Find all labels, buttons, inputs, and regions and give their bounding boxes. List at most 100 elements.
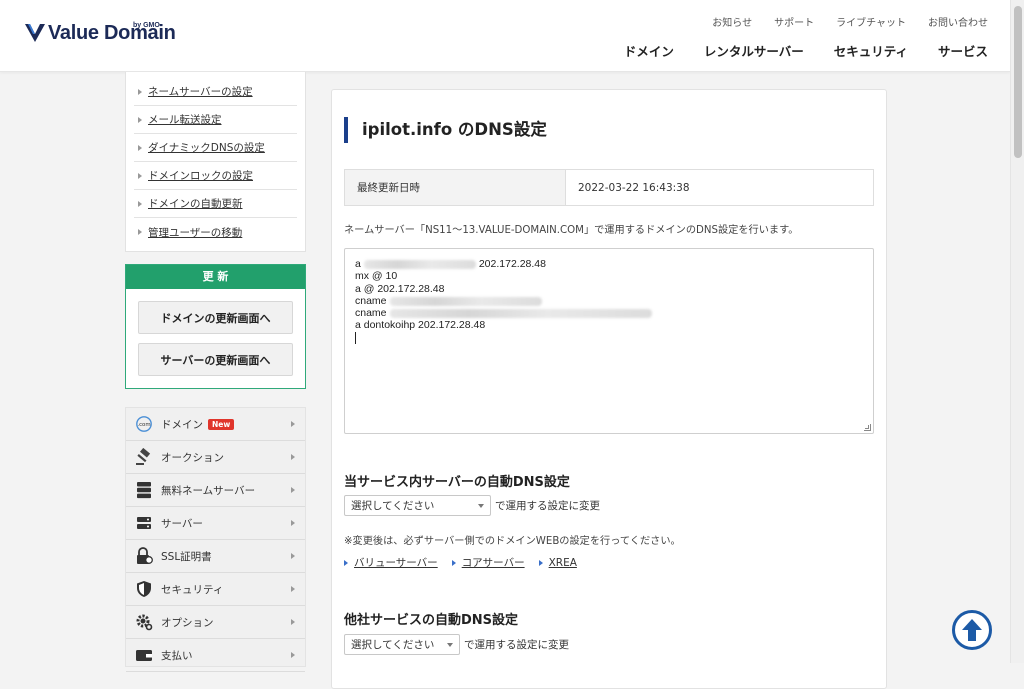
gavel-icon bbox=[135, 448, 153, 466]
internal-dns-heading: 当サービス内サーバーの自動DNS設定 bbox=[344, 475, 570, 490]
triangle-bullet-icon bbox=[138, 229, 142, 235]
external-dns-select-suffix: で運用する設定に変更 bbox=[464, 639, 569, 651]
chevron-right-icon bbox=[291, 520, 295, 526]
main-nav-service[interactable]: サービス bbox=[938, 41, 988, 60]
category-domain[interactable]: .com ドメイン New bbox=[126, 408, 305, 441]
main-nav-rental-server[interactable]: レンタルサーバー bbox=[704, 41, 804, 60]
dns-line: a dontokoihp 202.172.28.48 bbox=[355, 319, 486, 332]
link-xrea[interactable]: XREA bbox=[538, 555, 577, 570]
page-scrollbar[interactable] bbox=[1010, 0, 1024, 663]
shield-icon bbox=[135, 580, 153, 598]
triangle-bullet-icon bbox=[138, 116, 142, 123]
domain-sub-menu: ネームサーバーの設定 メール転送設定 ダイナミックDNSの設定 ドメインロックの… bbox=[125, 72, 306, 252]
triangle-bullet-icon bbox=[138, 200, 142, 207]
dns-line: cname bbox=[355, 307, 863, 319]
server-renew-button[interactable]: サーバーの更新画面へ bbox=[138, 343, 293, 376]
logo-sub: by GMO bbox=[133, 22, 160, 29]
category-payment[interactable]: 支払い bbox=[126, 639, 305, 672]
redacted-text bbox=[363, 259, 476, 269]
main-nav-security[interactable]: セキュリティ bbox=[834, 41, 908, 60]
site-header: Value Domain by GMO お知らせ サポート ライブチャット お問… bbox=[0, 0, 1010, 72]
sub-menu-item[interactable]: 管理ユーザーの移動 bbox=[134, 218, 297, 246]
back-to-top-button[interactable] bbox=[952, 610, 992, 650]
dns-settings-panel: ipilot.info のDNS設定 最終更新日時 2022-03-22 16:… bbox=[331, 89, 887, 689]
gear-icon bbox=[135, 613, 153, 631]
dns-line bbox=[355, 331, 863, 344]
util-nav-contact[interactable]: お問い合わせ bbox=[928, 14, 988, 29]
util-nav-news[interactable]: お知らせ bbox=[712, 14, 752, 29]
category-security[interactable]: セキュリティ bbox=[126, 573, 305, 606]
util-nav-support[interactable]: サポート bbox=[774, 14, 814, 29]
chevron-right-icon bbox=[291, 454, 295, 460]
category-label: 支払い bbox=[161, 649, 193, 662]
last-updated-table: 最終更新日時 2022-03-22 16:43:38 bbox=[344, 169, 874, 206]
resize-handle-icon[interactable] bbox=[864, 424, 871, 431]
category-option[interactable]: オプション bbox=[126, 606, 305, 639]
triangle-bullet-icon bbox=[138, 88, 142, 95]
internal-dns-note: ※変更後は、必ずサーバー側でのドメインWEBの設定を行ってください。 bbox=[344, 536, 681, 547]
svg-text:.com: .com bbox=[137, 422, 150, 428]
utility-nav: お知らせ サポート ライブチャット お問い合わせ bbox=[712, 14, 988, 29]
category-menu: .com ドメイン New オークション 無料ネームサーバー サーバー SSL証… bbox=[125, 407, 306, 672]
category-label: SSL証明書 bbox=[161, 550, 212, 563]
category-label: ドメイン bbox=[161, 418, 203, 431]
page-title: ipilot.info のDNS設定 bbox=[344, 117, 547, 143]
external-dns-select[interactable]: 選択してください bbox=[344, 634, 460, 655]
dns-description: ネームサーバー「NS11～13.VALUE-DOMAIN.COM」で運用するドメ… bbox=[344, 225, 799, 236]
server-icon bbox=[135, 514, 153, 532]
chevron-right-icon bbox=[291, 421, 295, 427]
sub-menu-item[interactable]: メール転送設定 bbox=[134, 106, 297, 134]
redacted-text bbox=[389, 308, 652, 318]
category-label: サーバー bbox=[161, 517, 203, 530]
server-stack-icon bbox=[135, 481, 153, 499]
triangle-bullet-icon bbox=[538, 559, 543, 566]
arrow-up-icon bbox=[962, 619, 982, 641]
chevron-right-icon bbox=[291, 487, 295, 493]
category-ssl[interactable]: SSL証明書 bbox=[126, 540, 305, 573]
wallet-icon bbox=[135, 646, 153, 664]
main-nav-domain[interactable]: ドメイン bbox=[624, 41, 674, 60]
dns-line: cname bbox=[355, 295, 863, 307]
sub-menu-item[interactable]: ドメインロックの設定 bbox=[134, 162, 297, 190]
main-nav: ドメイン レンタルサーバー セキュリティ サービス bbox=[624, 41, 988, 60]
last-updated-label: 最終更新日時 bbox=[345, 170, 566, 205]
util-nav-live-chat[interactable]: ライブチャット bbox=[836, 14, 906, 29]
dns-records-textarea[interactable]: a 202.172.28.48 mx @ 10 a @ 202.172.28.48… bbox=[344, 248, 874, 434]
external-dns-select-row: 選択してください で運用する設定に変更 bbox=[344, 634, 569, 655]
dropdown-arrow-icon bbox=[447, 642, 453, 647]
link-value-server[interactable]: バリューサーバー bbox=[344, 555, 438, 570]
internal-dns-select-row: 選択してください で運用する設定に変更 bbox=[344, 495, 600, 516]
category-label: オークション bbox=[161, 451, 224, 464]
chevron-right-icon bbox=[291, 652, 295, 658]
internal-dns-select-suffix: で運用する設定に変更 bbox=[495, 500, 600, 512]
server-links: バリューサーバー コアサーバー XREA bbox=[344, 555, 577, 570]
link-core-server[interactable]: コアサーバー bbox=[451, 555, 525, 570]
chevron-right-icon bbox=[291, 586, 295, 592]
sub-menu-item[interactable]: ネームサーバーの設定 bbox=[134, 78, 297, 106]
category-auction[interactable]: オークション bbox=[126, 441, 305, 474]
sub-menu-item[interactable]: ダイナミックDNSの設定 bbox=[134, 134, 297, 162]
category-server[interactable]: サーバー bbox=[126, 507, 305, 540]
ssl-lock-icon bbox=[135, 547, 153, 565]
domain-renew-button[interactable]: ドメインの更新画面へ bbox=[138, 301, 293, 334]
dns-line: a 202.172.28.48 bbox=[355, 258, 546, 270]
triangle-bullet-icon bbox=[138, 144, 142, 151]
triangle-bullet-icon bbox=[451, 559, 456, 566]
internal-dns-select[interactable]: 選択してください bbox=[344, 495, 491, 516]
text-caret bbox=[355, 331, 356, 344]
chevron-right-icon bbox=[291, 553, 295, 559]
sub-menu-item[interactable]: ドメインの自動更新 bbox=[134, 190, 297, 218]
renew-heading: 更 新 bbox=[126, 265, 305, 289]
triangle-bullet-icon bbox=[138, 172, 142, 179]
last-updated-value: 2022-03-22 16:43:38 bbox=[578, 181, 690, 194]
redacted-text bbox=[389, 296, 542, 306]
new-badge: New bbox=[208, 418, 235, 430]
chevron-right-icon bbox=[291, 619, 295, 625]
scrollbar-thumb[interactable] bbox=[1014, 6, 1022, 158]
triangle-bullet-icon bbox=[344, 559, 348, 566]
category-free-nameserver[interactable]: 無料ネームサーバー bbox=[126, 474, 305, 507]
renew-box: 更 新 ドメインの更新画面へ サーバーの更新画面へ bbox=[125, 264, 306, 389]
category-label: オプション bbox=[161, 616, 214, 629]
category-label: 無料ネームサーバー bbox=[161, 484, 256, 497]
dropdown-arrow-icon bbox=[478, 503, 484, 508]
